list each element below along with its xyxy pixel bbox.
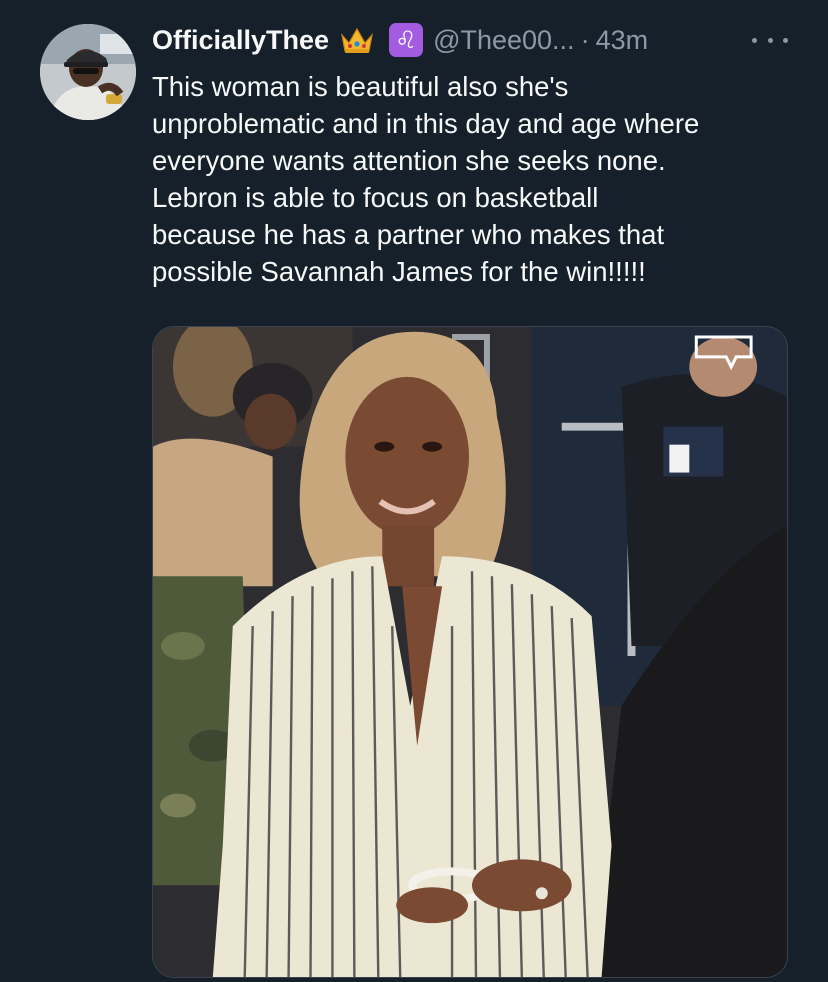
user-handle[interactable]: @Thee00... <box>433 25 575 56</box>
crown-icon <box>339 25 375 55</box>
tweet[interactable]: OfficiallyThee ♌ @Thee00... · 43m This w… <box>0 0 828 982</box>
tweet-header: OfficiallyThee ♌ @Thee00... · 43m <box>152 20 788 60</box>
tweet-text-line: This woman is beautiful also she's <box>152 71 569 102</box>
more-options-icon[interactable] <box>752 28 788 52</box>
leo-zodiac-icon: ♌ <box>389 23 424 57</box>
tweet-photo[interactable] <box>152 326 788 978</box>
tweet-text: This woman is beautiful also she's unpro… <box>152 68 802 290</box>
display-name[interactable]: OfficiallyThee <box>152 25 329 56</box>
tweet-text-line: unproblematic and in this day and age wh… <box>152 108 700 139</box>
tweet-text-line: Lebron is able to focus on basketball <box>152 182 599 213</box>
photo-image <box>153 327 787 977</box>
tweet-text-line: everyone wants attention she seeks none. <box>152 145 666 176</box>
separator-dot: · <box>580 24 590 55</box>
timestamp[interactable]: 43m <box>596 25 649 56</box>
avatar-image <box>40 24 136 120</box>
tweet-text-line: possible Savannah James for the win!!!!! <box>152 256 646 287</box>
tweet-text-line: because he has a partner who makes that <box>152 219 665 250</box>
avatar[interactable] <box>40 24 136 120</box>
